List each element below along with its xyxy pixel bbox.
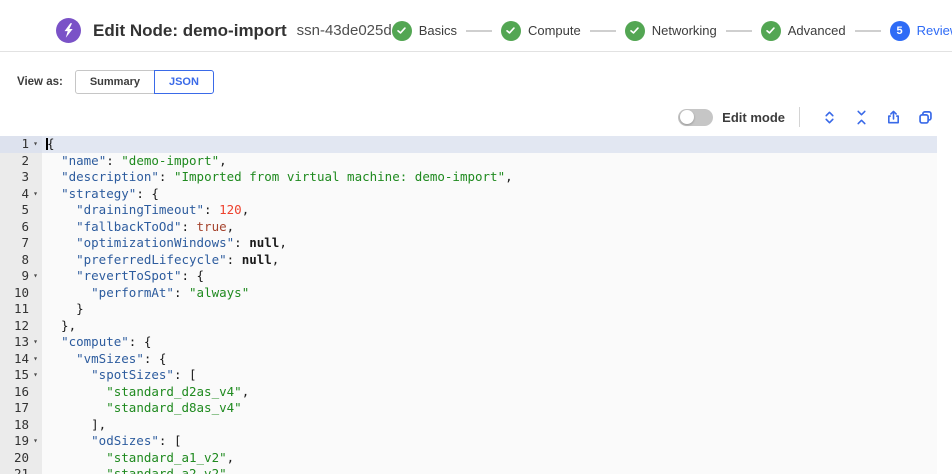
code-line-18[interactable]: 18 ], bbox=[0, 417, 937, 434]
node-id: ssn-43de025d bbox=[297, 22, 392, 39]
code-line-20[interactable]: 20 "standard_a1_v2", bbox=[0, 450, 937, 467]
line-number: 15▾ bbox=[0, 367, 42, 384]
fold-caret-icon[interactable]: ▾ bbox=[29, 268, 42, 285]
step-basics[interactable]: Basics bbox=[392, 21, 457, 41]
line-number: 7 bbox=[0, 235, 42, 252]
expand-all-icon[interactable] bbox=[817, 107, 842, 128]
line-number: 11 bbox=[0, 301, 42, 318]
step-label: Basics bbox=[419, 23, 457, 38]
stepper: Basics Compute Networking Advanced 5 Review bbox=[392, 21, 952, 41]
export-icon[interactable] bbox=[881, 107, 906, 128]
line-number: 18 bbox=[0, 417, 42, 434]
view-as-json[interactable]: JSON bbox=[154, 70, 214, 94]
editor-toolbar: Edit mode bbox=[0, 106, 938, 128]
line-number: 6 bbox=[0, 219, 42, 236]
code-line-13[interactable]: 13▾ "compute": { bbox=[0, 334, 937, 351]
line-number: 2 bbox=[0, 153, 42, 170]
line-number: 8 bbox=[0, 252, 42, 269]
line-number: 16 bbox=[0, 384, 42, 401]
collapse-all-icon[interactable] bbox=[849, 107, 874, 128]
view-as-label: View as: bbox=[17, 76, 63, 88]
spot-logo-icon bbox=[56, 18, 81, 43]
step-advanced[interactable]: Advanced bbox=[761, 21, 846, 41]
line-number: 4▾ bbox=[0, 186, 42, 203]
code-line-1[interactable]: 1▾{ bbox=[0, 136, 937, 153]
line-number: 13▾ bbox=[0, 334, 42, 351]
code-line-14[interactable]: 14▾ "vmSizes": { bbox=[0, 351, 937, 368]
step-review[interactable]: 5 Review bbox=[890, 21, 952, 41]
fold-caret-icon[interactable]: ▾ bbox=[29, 351, 42, 368]
code-line-11[interactable]: 11 } bbox=[0, 301, 937, 318]
line-number: 19▾ bbox=[0, 433, 42, 450]
step-check-icon bbox=[392, 21, 412, 41]
header: Edit Node: demo-import ssn-43de025d Basi… bbox=[0, 0, 952, 52]
code-line-4[interactable]: 4▾ "strategy": { bbox=[0, 186, 937, 203]
step-check-icon bbox=[625, 21, 645, 41]
line-number: 9▾ bbox=[0, 268, 42, 285]
edit-node-page: Edit Node: demo-import ssn-43de025d Basi… bbox=[0, 0, 952, 474]
code-line-19[interactable]: 19▾ "odSizes": [ bbox=[0, 433, 937, 450]
step-connector bbox=[466, 30, 492, 32]
line-number: 12 bbox=[0, 318, 42, 335]
edit-mode-toggle[interactable] bbox=[678, 109, 713, 126]
editor-scrollbar-area[interactable] bbox=[937, 136, 952, 474]
step-networking[interactable]: Networking bbox=[625, 21, 717, 41]
step-label: Advanced bbox=[788, 23, 846, 38]
code-line-16[interactable]: 16 "standard_d2as_v4", bbox=[0, 384, 937, 401]
code-line-8[interactable]: 8 "preferredLifecycle": null, bbox=[0, 252, 937, 269]
step-check-icon bbox=[761, 21, 781, 41]
code-line-2[interactable]: 2 "name": "demo-import", bbox=[0, 153, 937, 170]
fold-caret-icon[interactable]: ▾ bbox=[29, 334, 42, 351]
step-number: 5 bbox=[890, 21, 910, 41]
copy-icon[interactable] bbox=[913, 107, 938, 128]
line-number: 14▾ bbox=[0, 351, 42, 368]
edit-mode-label: Edit mode bbox=[722, 110, 785, 125]
view-as-summary[interactable]: Summary bbox=[75, 70, 155, 94]
code-line-3[interactable]: 3 "description": "Imported from virtual … bbox=[0, 169, 937, 186]
line-number: 10 bbox=[0, 285, 42, 302]
toggle-knob bbox=[680, 110, 694, 124]
page-title: Edit Node: demo-import bbox=[93, 21, 287, 41]
code-line-6[interactable]: 6 "fallbackToOd": true, bbox=[0, 219, 937, 236]
code-line-15[interactable]: 15▾ "spotSizes": [ bbox=[0, 367, 937, 384]
code-line-5[interactable]: 5 "drainingTimeout": 120, bbox=[0, 202, 937, 219]
step-label: Networking bbox=[652, 23, 717, 38]
editor-wrap: 1▾{2 "name": "demo-import",3 "descriptio… bbox=[0, 136, 952, 474]
view-as-row: View as: SummaryJSON bbox=[17, 70, 952, 94]
line-number: 17 bbox=[0, 400, 42, 417]
step-check-icon bbox=[501, 21, 521, 41]
step-connector bbox=[726, 30, 752, 32]
line-number: 1▾ bbox=[0, 136, 42, 153]
step-label: Compute bbox=[528, 23, 581, 38]
step-label: Review bbox=[917, 23, 952, 38]
fold-caret-icon[interactable]: ▾ bbox=[29, 367, 42, 384]
line-number: 21 bbox=[0, 466, 42, 474]
code-line-10[interactable]: 10 "performAt": "always" bbox=[0, 285, 937, 302]
line-number: 20 bbox=[0, 450, 42, 467]
line-number: 5 bbox=[0, 202, 42, 219]
code-line-21[interactable]: 21 "standard_a2_v2", bbox=[0, 466, 937, 474]
toolbar-divider bbox=[799, 107, 800, 127]
fold-caret-icon[interactable]: ▾ bbox=[29, 433, 42, 450]
step-compute[interactable]: Compute bbox=[501, 21, 581, 41]
code-line-7[interactable]: 7 "optimizationWindows": null, bbox=[0, 235, 937, 252]
step-connector bbox=[855, 30, 881, 32]
editor-actions bbox=[810, 107, 938, 128]
step-connector bbox=[590, 30, 616, 32]
fold-caret-icon[interactable]: ▾ bbox=[29, 136, 42, 153]
json-editor[interactable]: 1▾{2 "name": "demo-import",3 "descriptio… bbox=[0, 136, 937, 474]
code-line-17[interactable]: 17 "standard_d8as_v4" bbox=[0, 400, 937, 417]
view-as-group: SummaryJSON bbox=[75, 70, 214, 94]
fold-caret-icon[interactable]: ▾ bbox=[29, 186, 42, 203]
line-number: 3 bbox=[0, 169, 42, 186]
code-line-9[interactable]: 9▾ "revertToSpot": { bbox=[0, 268, 937, 285]
code-line-12[interactable]: 12 }, bbox=[0, 318, 937, 335]
